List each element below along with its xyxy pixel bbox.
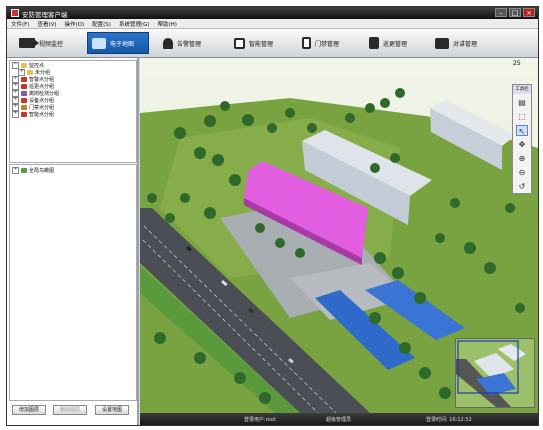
group-icon bbox=[21, 112, 27, 117]
camera-icon bbox=[19, 38, 39, 48]
expand-icon[interactable]: + bbox=[12, 167, 19, 174]
toolbox-title: 工具栏 bbox=[513, 85, 531, 94]
expand-icon[interactable]: + bbox=[12, 83, 19, 90]
tree-item-label: 智警点分组 bbox=[29, 77, 55, 83]
tree-item-label: 门禁点分组 bbox=[29, 105, 55, 111]
nav-label: 视频监控 bbox=[39, 40, 64, 48]
minimap-image bbox=[456, 339, 534, 407]
tree-item-label: 设备点分组 bbox=[29, 98, 55, 104]
pointer-icon[interactable]: ↖ bbox=[516, 125, 528, 136]
set-map-button[interactable]: 设置地图 bbox=[95, 405, 129, 415]
tree-item-label: 巡更点分组 bbox=[29, 84, 55, 90]
close-button[interactable]: × bbox=[523, 8, 535, 17]
alarm-bell-icon bbox=[163, 37, 173, 49]
module-navbar: 视频监控 电子地图 告警管理 智能管理 门禁管理 巡更管理 对讲管理 bbox=[7, 29, 538, 58]
maximize-button[interactable]: □ bbox=[509, 8, 521, 17]
patrol-icon bbox=[369, 37, 379, 49]
undo-icon[interactable]: ↺ bbox=[516, 181, 528, 192]
nav-label: 门禁管理 bbox=[315, 40, 340, 48]
tree-item-smart-group[interactable]: + 智能点分组 bbox=[12, 111, 54, 118]
intercom-icon bbox=[435, 37, 449, 49]
map-toolbox: 工具栏 ▤ ⬚ ↖ ✥ ⊕ ⊖ ↺ bbox=[512, 84, 532, 194]
left-panel: − 监控点 + 未分组 + 智警点分组 + 巡更点分组 + 离岗检测分组 + 设… bbox=[7, 58, 139, 425]
minimize-button[interactable]: – bbox=[495, 8, 507, 17]
menu-view[interactable]: 查看(V) bbox=[37, 20, 56, 28]
nav-label: 巡更管理 bbox=[383, 40, 408, 48]
tree-item-ungrouped[interactable]: + 未分组 bbox=[18, 69, 50, 76]
expand-icon[interactable]: + bbox=[12, 90, 19, 97]
nav-video-monitor[interactable]: 视频监控 bbox=[15, 32, 67, 54]
nav-label: 电子地图 bbox=[110, 40, 135, 48]
expand-icon[interactable]: + bbox=[12, 76, 19, 83]
zoom-in-icon[interactable]: ⊕ bbox=[516, 153, 528, 164]
move-icon[interactable]: ✥ bbox=[516, 139, 528, 150]
app-window: 安防管理客户端 – □ × 文件(F) 查看(V) 操作(O) 配置(S) 系统… bbox=[6, 6, 539, 426]
expand-icon[interactable]: + bbox=[12, 104, 19, 111]
tree-item-alarm-group[interactable]: + 智警点分组 bbox=[12, 76, 54, 83]
title-bar: 安防管理客户端 – □ × bbox=[7, 7, 538, 19]
expand-icon[interactable]: + bbox=[12, 97, 19, 104]
delete-layer-button[interactable]: 删除图层 bbox=[53, 405, 87, 415]
folder-icon bbox=[27, 70, 33, 75]
nav-intercom[interactable]: 对讲管理 bbox=[431, 32, 481, 54]
collapse-icon[interactable]: − bbox=[12, 62, 19, 69]
app-logo-icon bbox=[11, 9, 19, 17]
intelligence-icon bbox=[234, 37, 245, 49]
tree-item-label: 离岗检测分组 bbox=[29, 91, 60, 97]
nav-alarm[interactable]: 告警管理 bbox=[159, 32, 205, 54]
copy-icon[interactable]: ▤ bbox=[516, 97, 528, 108]
menu-file[interactable]: 文件(F) bbox=[11, 20, 29, 28]
menu-operate[interactable]: 操作(O) bbox=[65, 20, 85, 28]
tree-item-label: 未分组 bbox=[35, 70, 51, 76]
door-access-icon bbox=[302, 37, 311, 49]
tree-root[interactable]: − 监控点 bbox=[12, 62, 44, 69]
tree-root-label: 监控点 bbox=[29, 63, 45, 69]
group-icon bbox=[21, 98, 27, 103]
menu-config[interactable]: 配置(S) bbox=[92, 20, 111, 28]
map-tree-root-label: 全局鸟瞰图 bbox=[29, 168, 55, 174]
tree-item-door-group[interactable]: + 门禁点分组 bbox=[12, 104, 54, 111]
map-layer-icon bbox=[21, 168, 27, 173]
tree-item-patrol-group[interactable]: + 巡更点分组 bbox=[12, 83, 54, 90]
nav-label: 智能管理 bbox=[249, 40, 274, 48]
expand-icon[interactable]: + bbox=[12, 111, 19, 118]
window-title: 安防管理客户端 bbox=[22, 11, 68, 19]
nav-label: 告警管理 bbox=[177, 40, 202, 48]
select-icon[interactable]: ⬚ bbox=[516, 111, 528, 122]
nav-patrol[interactable]: 巡更管理 bbox=[365, 32, 411, 54]
nav-intelligence[interactable]: 智能管理 bbox=[230, 32, 277, 54]
tree-item-label: 智能点分组 bbox=[29, 112, 55, 118]
status-user: 登录用户:root bbox=[244, 417, 276, 423]
group-icon bbox=[21, 105, 27, 110]
status-role: 超级管理员 bbox=[326, 417, 352, 423]
group-icon bbox=[21, 91, 27, 96]
nav-electronic-map[interactable]: 电子地图 bbox=[87, 32, 149, 54]
map-icon bbox=[92, 37, 106, 49]
group-icon bbox=[21, 77, 27, 82]
expand-icon[interactable]: + bbox=[18, 69, 25, 76]
status-login-time: 登录时间: 16:12:52 bbox=[426, 417, 472, 423]
menu-help[interactable]: 帮助(H) bbox=[158, 20, 177, 28]
menu-system[interactable]: 系统管理(G) bbox=[119, 20, 150, 28]
overview-minimap[interactable] bbox=[455, 338, 535, 408]
monitor-point-tree: − 监控点 + 未分组 + 智警点分组 + 巡更点分组 + 离岗检测分组 + 设… bbox=[9, 60, 137, 163]
zoom-level: 25 bbox=[512, 60, 522, 67]
status-bar: 登录用户:root 超级管理员 登录时间: 16:12:52 bbox=[140, 413, 538, 425]
zoom-out-icon[interactable]: ⊖ bbox=[516, 167, 528, 178]
map-tree-root[interactable]: + 全局鸟瞰图 bbox=[12, 167, 54, 174]
tree-item-device-group[interactable]: + 设备点分组 bbox=[12, 97, 54, 104]
add-layer-button[interactable]: 增加图层 bbox=[12, 405, 46, 415]
folder-icon bbox=[21, 63, 27, 68]
tree-item-absence-group[interactable]: + 离岗检测分组 bbox=[12, 90, 59, 97]
map-layer-tree: + 全局鸟瞰图 bbox=[9, 164, 137, 401]
nav-door-access[interactable]: 门禁管理 bbox=[298, 32, 343, 54]
map-view[interactable]: 25 工具栏 ▤ ⬚ ↖ ✥ ⊕ ⊖ ↺ bbox=[140, 58, 538, 413]
nav-label: 对讲管理 bbox=[453, 40, 478, 48]
group-icon bbox=[21, 84, 27, 89]
menu-bar: 文件(F) 查看(V) 操作(O) 配置(S) 系统管理(G) 帮助(H) bbox=[7, 19, 538, 29]
